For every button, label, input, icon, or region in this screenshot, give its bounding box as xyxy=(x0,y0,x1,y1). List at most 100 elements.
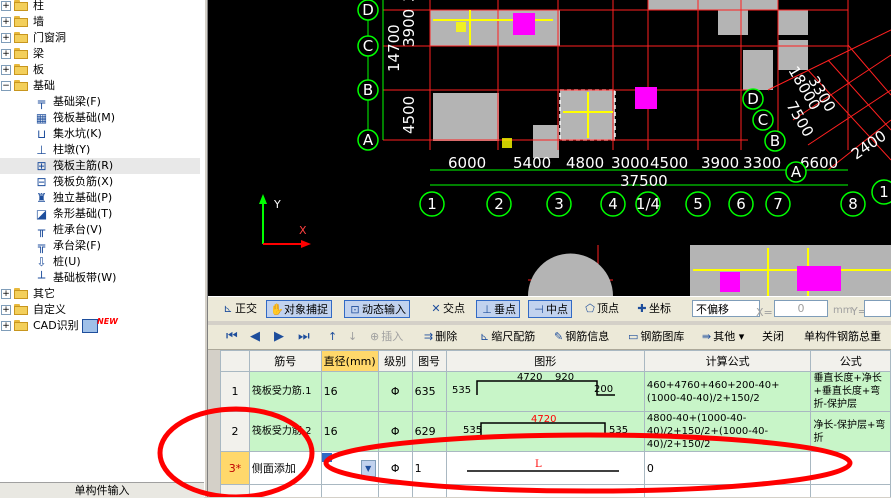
diameter-cell[interactable]: 16 xyxy=(320,411,379,452)
expand-icon[interactable]: + xyxy=(1,65,11,75)
shape-cell[interactable]: 535 4720 535 xyxy=(445,411,645,452)
move-up-icon[interactable]: ↑ xyxy=(328,328,337,346)
description-cell[interactable]: 净长-保护层+弯折 xyxy=(810,411,891,452)
expand-icon[interactable]: + xyxy=(1,49,11,59)
grade-cell[interactable] xyxy=(377,484,413,497)
figure-no-cell[interactable]: 629 xyxy=(411,411,447,452)
tree-item-isolated-footing[interactable]: ♜ 独立基础(P) xyxy=(0,190,200,206)
diameter-dropdown[interactable]: ▼ xyxy=(320,451,379,485)
tree-item-slab[interactable]: + 板 xyxy=(0,62,200,78)
rebar-library-button[interactable]: ▭ 钢筋图库 xyxy=(628,328,684,346)
tree-item-cad-recognition[interactable]: + CAD识别 NEW xyxy=(0,317,200,334)
row-number[interactable]: 3* xyxy=(220,451,250,485)
row-number[interactable]: 4 xyxy=(220,484,250,497)
expand-icon[interactable]: + xyxy=(1,33,11,43)
close-button[interactable]: 关闭 xyxy=(762,328,784,346)
tree-item-raft-foundation[interactable]: ▦ 筏板基础(M) xyxy=(0,110,200,126)
chevron-down-icon[interactable]: ▼ xyxy=(360,460,376,477)
shape-cell[interactable]: 535 4720 920 200 xyxy=(445,371,645,412)
tree-item-other[interactable]: + 其它 xyxy=(0,286,200,302)
other-menu-button[interactable]: ⇛ 其他 ▾ xyxy=(702,328,744,346)
collapse-icon[interactable]: − xyxy=(1,81,11,91)
rebar-info-button[interactable]: ✎ 钢筋信息 xyxy=(554,328,609,346)
diameter-cell[interactable]: 16 xyxy=(320,371,379,412)
tree-item-wall[interactable]: + 墙 xyxy=(0,14,200,30)
description-cell[interactable] xyxy=(810,484,891,497)
formula-cell[interactable]: 0 xyxy=(643,451,812,485)
table-row[interactable]: 4 xyxy=(220,484,891,497)
object-snap-button[interactable]: ✋对象捕捉 xyxy=(266,300,332,318)
tree-item-pile-cap[interactable]: ╥ 桩承台(V) xyxy=(0,222,200,238)
expand-icon[interactable]: + xyxy=(1,289,11,299)
tree-item-raft-main-rebar[interactable]: ⊞ 筏板主筋(R) xyxy=(0,158,200,174)
tree-item-sump[interactable]: ⊔ 集水坑(K) xyxy=(0,126,200,142)
perpendicular-snap-button[interactable]: ⊥ 垂点 xyxy=(476,300,520,318)
table-row[interactable]: 1 筏板受力筋.1 16 Φ 635 535 4720 920 200 460+… xyxy=(220,371,891,412)
column-header-grade[interactable]: 级别 xyxy=(377,350,413,372)
expand-icon[interactable]: + xyxy=(1,305,11,315)
column-header-shape[interactable]: 图形 xyxy=(445,350,645,372)
y-coordinate-input[interactable] xyxy=(864,300,891,317)
vertex-snap-button[interactable]: ⬠ 顶点 xyxy=(580,300,622,318)
formula-cell[interactable]: 4800-40+(1000-40-40)/2+150/2+(1000-40-40… xyxy=(643,411,812,452)
tree-item-beam[interactable]: + 梁 xyxy=(0,46,200,62)
column-header-formula[interactable]: 计算公式 xyxy=(643,350,812,372)
tree-item-foundation-strip[interactable]: ┴ 基础板带(W) xyxy=(0,270,200,286)
tree-item-column[interactable]: + 柱 xyxy=(0,0,200,14)
tree-item-foundation[interactable]: − 基础 xyxy=(0,78,200,94)
single-component-input-tab[interactable]: 单构件输入 xyxy=(0,482,204,498)
ortho-button[interactable]: ⊾ 正交 xyxy=(218,300,260,318)
scale-rebar-button[interactable]: ⊾ 缩尺配筋 xyxy=(480,328,535,346)
tree-item-cap-beam[interactable]: ╦ 承台梁(F) xyxy=(0,238,200,254)
row-number[interactable]: 1 xyxy=(220,371,250,412)
grade-cell[interactable]: Φ xyxy=(377,411,413,452)
tree-item-strip-footing[interactable]: ◪ 条形基础(T) xyxy=(0,206,200,222)
coordinate-snap-button[interactable]: ✚ 坐标 xyxy=(632,300,674,318)
expand-icon[interactable]: + xyxy=(1,1,11,11)
formula-cell[interactable] xyxy=(643,484,812,497)
figure-no-cell[interactable] xyxy=(411,484,447,497)
table-row-active[interactable]: 3* 侧面添加 ▼ Φ 1 L 0 xyxy=(220,451,891,485)
row-number[interactable]: 2 xyxy=(220,411,250,452)
column-header-bar-no[interactable]: 筋号 xyxy=(248,350,322,372)
bar-name-cell[interactable]: 筏板受力筋.2 xyxy=(248,411,322,452)
bar-name-cell[interactable]: 侧面添加 xyxy=(248,451,322,485)
expand-icon[interactable]: + xyxy=(1,321,11,331)
tree-item-raft-negative-rebar[interactable]: ⊟ 筏板负筋(X) xyxy=(0,174,200,190)
description-cell[interactable] xyxy=(810,451,891,485)
figure-no-cell[interactable]: 635 xyxy=(411,371,447,412)
prev-record-icon[interactable]: ◀ xyxy=(250,328,260,346)
formula-cell[interactable]: 460+4760+460+200-40+(1000-40-40)/2+150/2 xyxy=(643,371,812,412)
x-coordinate-input[interactable]: 0 xyxy=(774,300,828,317)
offset-mode-select[interactable]: 不偏移 xyxy=(692,300,760,317)
tree-item-openings[interactable]: + 门窗洞 xyxy=(0,30,200,46)
expand-icon[interactable]: + xyxy=(1,17,11,27)
component-tree[interactable]: + 柱 + 墙 + 门窗洞 + 梁 + 板 − 基础 ╤ 基础梁(F) ▦ 筏板… xyxy=(0,0,204,482)
grade-cell[interactable]: Φ xyxy=(377,371,413,412)
column-header-description[interactable]: 公式 xyxy=(810,350,891,372)
bar-name-cell[interactable]: 筏板受力筋.1 xyxy=(248,371,322,412)
table-row[interactable]: 2 筏板受力筋.2 16 Φ 629 535 4720 535 4800-40+… xyxy=(220,411,891,452)
tree-item-foundation-beam[interactable]: ╤ 基础梁(F) xyxy=(0,94,200,110)
bar-name-cell[interactable] xyxy=(248,484,322,497)
last-record-icon[interactable]: ⏭ xyxy=(298,328,310,346)
tree-item-column-pier[interactable]: ⊥ 柱墩(Y) xyxy=(0,142,200,158)
total-weight-button[interactable]: 单构件钢筋总重 xyxy=(804,328,881,346)
column-header-figure-no[interactable]: 图号 xyxy=(411,350,447,372)
shape-cell[interactable]: L xyxy=(445,451,645,485)
first-record-icon[interactable]: ⏮ xyxy=(226,328,238,346)
midpoint-snap-button[interactable]: ⊣ 中点 xyxy=(528,300,572,318)
move-down-icon[interactable]: ↓ xyxy=(348,328,357,346)
column-header-diameter[interactable]: 直径(mm) xyxy=(320,350,379,372)
intersection-snap-button[interactable]: ✕ 交点 xyxy=(426,300,468,318)
diameter-cell[interactable] xyxy=(320,484,379,497)
dynamic-input-button[interactable]: ⊡ 动态输入 xyxy=(344,300,410,318)
description-cell[interactable]: 垂直长度+净长+垂直长度+弯折-保护层 xyxy=(810,371,891,412)
tree-item-pile[interactable]: ⇩ 桩(U) xyxy=(0,254,200,270)
shape-cell[interactable] xyxy=(445,484,645,497)
figure-no-cell[interactable]: 1 xyxy=(411,451,447,485)
delete-button[interactable]: ⇉ 删除 xyxy=(424,328,457,346)
insert-button[interactable]: ⊕ 插入 xyxy=(370,328,403,346)
next-record-icon[interactable]: ▶ xyxy=(274,328,284,346)
grade-cell[interactable]: Φ xyxy=(377,451,413,485)
